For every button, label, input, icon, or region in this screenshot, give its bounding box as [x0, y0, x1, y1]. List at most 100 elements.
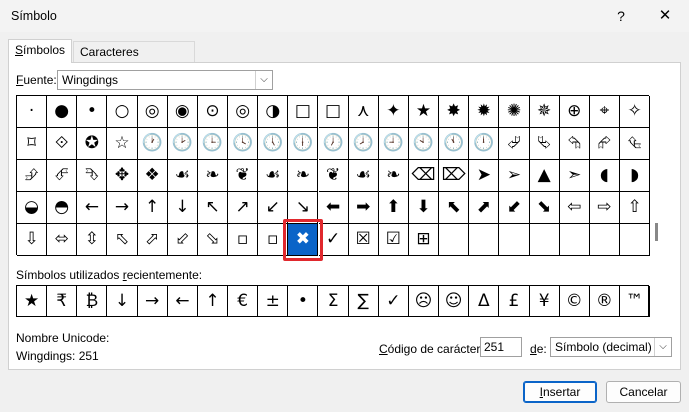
symbol-cell[interactable]: ◎: [137, 96, 168, 128]
symbol-cell[interactable]: ☆: [107, 128, 138, 160]
symbol-cell[interactable]: 🕑: [167, 128, 198, 160]
symbol-grid[interactable]: · ● • ○ ◎ ◉ ⊙ ◎ ◑ □ □ ⋏ ✦ ★ ✸ ✹ ✺ ✵ ⊕ ⌖ ✧ ⌑ ⟐ ✪ ☆ 🕐 🕑 🕒 🕓 🕔 🕕 🕖 🕗 🕘 🕙 🕚 🕛 ⮰ ⮱ ⮲…: [16, 95, 651, 256]
symbol-cell[interactable]: [469, 224, 500, 256]
symbol-cell[interactable]: ❧: [197, 160, 229, 192]
symbol-cell[interactable]: 🕗: [348, 128, 379, 160]
symbol-cell[interactable]: ★: [408, 96, 440, 128]
char-code-input[interactable]: 251: [480, 337, 522, 357]
symbol-cell[interactable]: ☙: [348, 160, 379, 192]
symbol-cell[interactable]: ↖: [197, 192, 229, 224]
symbol-cell[interactable]: →: [107, 192, 138, 224]
symbol-cell[interactable]: ☙: [258, 160, 289, 192]
symbol-cell[interactable]: ➡: [348, 192, 379, 224]
symbol-cell[interactable]: ⇧: [620, 192, 651, 224]
recent-symbol-cell[interactable]: •: [288, 286, 319, 317]
symbol-cell[interactable]: ✸: [439, 96, 470, 128]
symbol-cell[interactable]: [559, 224, 590, 256]
tab-symbols[interactable]: Símbolos: [8, 39, 72, 63]
recent-symbol-cell[interactable]: ®: [590, 286, 620, 317]
close-button[interactable]: ✕: [652, 6, 678, 26]
symbol-cell[interactable]: 🕘: [378, 128, 409, 160]
recent-symbol-cell[interactable]: £: [499, 286, 530, 317]
tab-special-characters[interactable]: Caracteres especiales: [73, 41, 195, 79]
symbol-cell[interactable]: ✦: [378, 96, 409, 128]
symbol-cell[interactable]: ☙: [167, 160, 198, 192]
symbol-cell[interactable]: ❧: [378, 160, 409, 192]
from-select[interactable]: Símbolo (decimal) ⌵: [550, 337, 672, 357]
symbol-cell[interactable]: ⬁: [107, 224, 138, 256]
symbol-cell[interactable]: ◒: [17, 192, 48, 224]
symbol-cell[interactable]: ◎: [228, 96, 259, 128]
symbol-cell[interactable]: ○: [107, 96, 138, 128]
symbol-cell[interactable]: ⟐: [47, 128, 78, 160]
symbol-cell[interactable]: ⬋: [499, 192, 530, 224]
symbol-cell[interactable]: ↑: [137, 192, 168, 224]
symbol-cell[interactable]: ▲: [529, 160, 560, 192]
recent-symbol-cell[interactable]: ±: [258, 286, 289, 317]
symbol-cell-selected[interactable]: ✖: [288, 224, 319, 256]
symbol-cell[interactable]: ⬆: [378, 192, 409, 224]
symbol-cell[interactable]: ⬂: [197, 224, 229, 256]
symbol-cell[interactable]: ▫: [228, 224, 259, 256]
symbol-cell[interactable]: ✵: [529, 96, 560, 128]
symbol-cell[interactable]: 🕖: [318, 128, 349, 160]
symbol-cell[interactable]: ⬀: [137, 224, 168, 256]
symbol-cell[interactable]: ⮷: [77, 160, 108, 192]
symbol-cell[interactable]: ⇳: [77, 224, 108, 256]
symbol-cell[interactable]: ⊞: [408, 224, 440, 256]
symbol-cell[interactable]: ⊕: [559, 96, 590, 128]
recent-symbol-cell[interactable]: ₹: [47, 286, 78, 317]
symbol-cell[interactable]: ·: [17, 96, 48, 128]
scrollbar-thumb[interactable]: [655, 223, 658, 241]
recent-symbol-cell[interactable]: ✓: [379, 286, 409, 317]
symbol-cell[interactable]: ✥: [107, 160, 138, 192]
symbol-cell[interactable]: ▫: [258, 224, 289, 256]
cancel-button[interactable]: Cancelar: [606, 381, 681, 403]
symbol-cell[interactable]: ⮴: [620, 128, 651, 160]
symbol-cell[interactable]: ❧: [288, 160, 319, 192]
symbol-cell[interactable]: ✹: [469, 96, 500, 128]
symbol-cell[interactable]: □: [318, 96, 349, 128]
recent-symbol-cell[interactable]: €: [228, 286, 259, 317]
symbol-cell[interactable]: ◉: [167, 96, 198, 128]
symbol-cell[interactable]: 🕕: [288, 128, 319, 160]
insert-button[interactable]: Insertar: [523, 381, 597, 403]
symbol-cell[interactable]: [439, 224, 470, 256]
recent-symbols-row[interactable]: ★ ₹ ₿ ↓ → ← ↑ € ± • Σ ∑ ✓ ☹ ☺ Δ £ ¥ © ® ™: [16, 285, 651, 317]
symbol-cell[interactable]: 🕛: [469, 128, 500, 160]
symbol-cell[interactable]: ❖: [137, 160, 168, 192]
symbol-cell[interactable]: [589, 224, 620, 256]
symbol-cell[interactable]: ⮵: [17, 160, 48, 192]
symbol-cell[interactable]: ←: [77, 192, 108, 224]
recent-symbol-cell[interactable]: ¥: [530, 286, 560, 317]
symbol-cell[interactable]: [529, 224, 560, 256]
symbol-cell[interactable]: ⇩: [17, 224, 48, 256]
symbol-cell[interactable]: 🕙: [408, 128, 440, 160]
recent-symbol-cell[interactable]: ★: [17, 286, 48, 317]
symbol-cell[interactable]: ↘: [288, 192, 319, 224]
symbol-cell[interactable]: ✺: [499, 96, 530, 128]
symbol-cell[interactable]: ◓: [47, 192, 78, 224]
symbol-cell[interactable]: □: [288, 96, 319, 128]
symbol-cell[interactable]: ↙: [258, 192, 289, 224]
symbol-cell[interactable]: ⇦: [559, 192, 590, 224]
symbol-cell[interactable]: ⬃: [167, 224, 198, 256]
symbol-cell[interactable]: ⮳: [589, 128, 620, 160]
symbol-cell[interactable]: ⬈: [469, 192, 500, 224]
symbol-cell[interactable]: ⋏: [348, 96, 379, 128]
symbol-cell[interactable]: 🕐: [137, 128, 168, 160]
symbol-cell[interactable]: ↗: [228, 192, 259, 224]
font-select[interactable]: Wingdings ⌵: [57, 70, 273, 90]
symbol-cell[interactable]: ☒: [348, 224, 379, 256]
recent-symbol-cell[interactable]: →: [138, 286, 168, 317]
symbol-cell[interactable]: 🕚: [439, 128, 470, 160]
symbol-cell[interactable]: ❦: [318, 160, 349, 192]
symbol-cell[interactable]: ⬉: [439, 192, 470, 224]
symbol-cell[interactable]: •: [77, 96, 108, 128]
symbol-cell[interactable]: ⮶: [47, 160, 78, 192]
recent-symbol-cell[interactable]: ☹: [409, 286, 440, 317]
symbol-cell[interactable]: ✓: [318, 224, 349, 256]
symbol-cell[interactable]: [620, 224, 651, 256]
symbol-cell[interactable]: ⌦: [439, 160, 470, 192]
symbol-cell[interactable]: ✪: [77, 128, 108, 160]
